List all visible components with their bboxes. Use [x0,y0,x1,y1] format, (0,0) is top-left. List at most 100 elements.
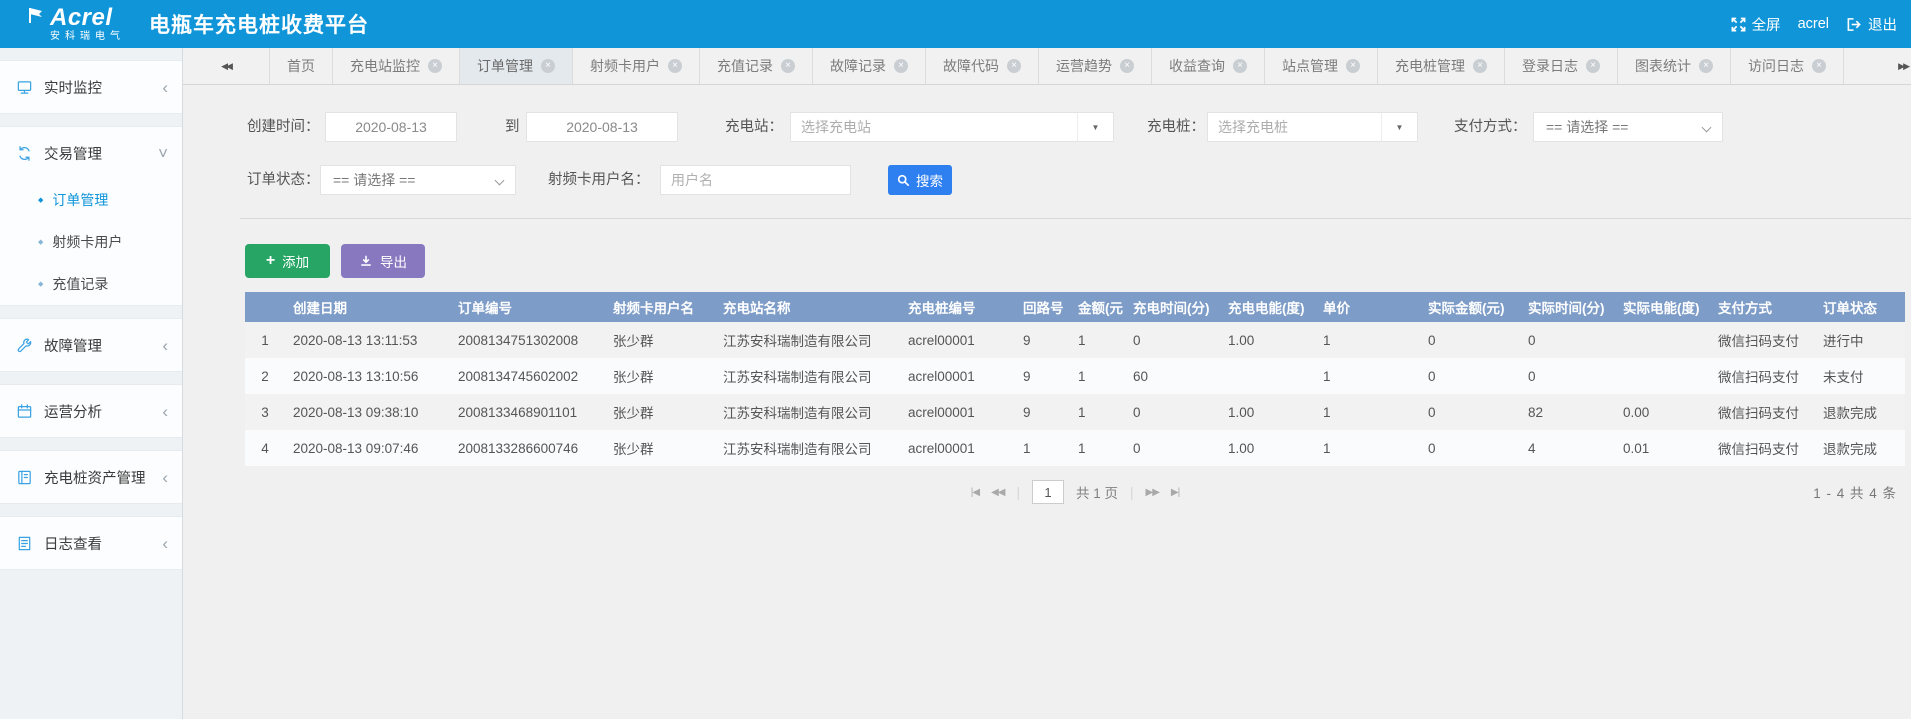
tab-item[interactable]: 充值记录× [700,48,813,84]
card-user-input[interactable] [660,165,851,195]
sidebar-subitem[interactable]: ◆订单管理 [0,179,182,221]
tab-close-icon[interactable]: × [428,59,442,73]
tab-item[interactable]: 射频卡用户× [573,48,700,84]
prev-page-button[interactable]: ◀◀ [991,487,1004,498]
tab-close-icon[interactable]: × [1007,59,1021,73]
next-page-button[interactable]: ▶▶ [1146,487,1159,498]
tab-close-icon[interactable]: × [668,59,682,73]
table-header-cell[interactable]: 订单编号 [450,292,605,322]
tab-close-icon[interactable]: × [1586,59,1600,73]
sidebar-subitem[interactable]: ◆射频卡用户 [0,221,182,263]
tab-close-icon[interactable]: × [1699,59,1713,73]
table-cell: 0.00 [1615,394,1710,430]
monitor-icon [16,79,33,96]
tab-close-icon[interactable]: × [1346,59,1360,73]
date-from-input[interactable] [325,112,457,142]
tab-close-icon[interactable]: × [1120,59,1134,73]
search-icon [897,174,910,187]
tab-item[interactable]: 站点管理× [1265,48,1378,84]
table-row[interactable]: 22020-08-13 13:10:562008134745602002张少群江… [245,358,1905,394]
tab-item[interactable]: 访问日志× [1731,48,1844,84]
archive-icon [16,469,33,486]
tab-close-icon[interactable]: × [541,59,555,73]
table-header-cell[interactable]: 单价 [1315,292,1420,322]
tab-item[interactable]: 登录日志× [1505,48,1618,84]
date-to-input[interactable] [526,112,678,142]
sidebar-item[interactable]: 运营分析‹ [0,385,182,437]
table-row[interactable]: 32020-08-13 09:38:102008133468901101张少群江… [245,394,1905,430]
first-page-button[interactable]: |◀ [971,487,979,498]
tab-close-icon[interactable]: × [1233,59,1247,73]
tab-item[interactable]: 故障记录× [813,48,926,84]
tab-item[interactable]: 图表统计× [1618,48,1731,84]
table-header-cell[interactable]: 回路号 [1015,292,1070,322]
table-header-cell[interactable]: 射频卡用户名 [605,292,715,322]
sidebar-item[interactable]: 日志查看‹ [0,517,182,569]
chevron-down-icon [1702,123,1712,133]
sidebar-item-label: 故障管理 [44,335,102,356]
table-cell: 2008134751302008 [450,322,605,358]
order-status-select[interactable]: == 请选择 == [320,165,516,195]
table-cell: 2008134745602002 [450,358,605,394]
add-button[interactable]: + 添加 [245,244,330,278]
table-cell [1615,322,1710,358]
table-header-cell[interactable]: 充电桩编号 [900,292,1015,322]
brand-subtitle: 安科瑞电气 [50,32,125,42]
tab-close-icon[interactable]: × [781,59,795,73]
sidebar-item[interactable]: 充电桩资产管理‹ [0,451,182,503]
tabs-scroll-right-button[interactable]: ▶▶ [1898,48,1908,85]
tab-item[interactable]: 运营趋势× [1039,48,1152,84]
table-header-cell[interactable]: 充电站名称 [715,292,900,322]
tab-label: 收益查询 [1169,56,1225,76]
table-header-cell[interactable]: 充电电能(度) [1220,292,1315,322]
search-button[interactable]: 搜索 [888,165,952,195]
sidebar-item[interactable]: 实时监控‹ [0,61,182,113]
fullscreen-icon [1731,17,1746,32]
sidebar-subitem[interactable]: ◆充值记录 [0,263,182,305]
table-cell: 1.00 [1220,322,1315,358]
table-header-cell[interactable]: 实际时间(分) [1520,292,1615,322]
last-page-button[interactable]: ▶| [1171,487,1179,498]
tab-item[interactable]: 故障代码× [926,48,1039,84]
table-row[interactable]: 42020-08-13 09:07:462008133286600746张少群江… [245,430,1905,466]
table-header-cell[interactable]: 支付方式 [1710,292,1815,322]
pile-select[interactable]: 选择充电桩 ▼ [1207,112,1418,142]
tab-item[interactable]: 首页 [269,48,333,84]
fullscreen-button[interactable]: 全屏 [1731,14,1781,35]
sidebar-item[interactable]: 故障管理 ‹ [0,319,182,371]
table-cell: 1 [1070,358,1125,394]
table-cell: 3 [245,394,285,430]
table-cell: 0 [1520,322,1615,358]
table-cell: 微信扫码支付 [1710,322,1815,358]
table-cell: 1.00 [1220,430,1315,466]
chevron-icon: ‹ [162,337,168,354]
station-select[interactable]: 选择充电站 ▼ [790,112,1114,142]
table-cell: 江苏安科瑞制造有限公司 [715,322,900,358]
table-header-cell[interactable]: 创建日期 [285,292,450,322]
tab-item[interactable]: 充电站监控× [333,48,460,84]
logout-button[interactable]: 退出 [1846,14,1897,35]
station-label: 充电站： [725,112,783,142]
table-cell: 江苏安科瑞制造有限公司 [715,430,900,466]
pay-method-select[interactable]: == 请选择 == [1533,112,1723,142]
tabs-scroll-left-button[interactable]: ◀◀ [183,48,269,84]
download-icon [359,254,373,268]
table-header-cell[interactable]: 实际电能(度) [1615,292,1710,322]
tab-item[interactable]: 充电桩管理× [1378,48,1505,84]
tab-close-icon[interactable]: × [894,59,908,73]
pile-select-placeholder: 选择充电桩 [1208,113,1381,141]
table-header-cell[interactable]: 订单状态 [1815,292,1905,322]
page-number-input[interactable] [1032,480,1064,504]
tab-item[interactable]: 收益查询 × [1152,48,1265,84]
sidebar-item[interactable]: 交易管理˅ [0,127,182,179]
table-header-cell[interactable]: 金额(元 [1070,292,1125,322]
tab-close-icon[interactable]: × [1473,59,1487,73]
tab-close-icon[interactable]: × [1812,59,1826,73]
table-cell [1220,358,1315,394]
table-header-cell[interactable]: 实际金额(元) [1420,292,1520,322]
export-button[interactable]: 导出 [341,244,425,278]
table-row[interactable]: 12020-08-13 13:11:532008134751302008张少群江… [245,322,1905,358]
table-cell: 2020-08-13 13:10:56 [285,358,450,394]
table-header-cell[interactable]: 充电时间(分) [1125,292,1220,322]
tab-item[interactable]: 订单管理× [460,48,573,84]
